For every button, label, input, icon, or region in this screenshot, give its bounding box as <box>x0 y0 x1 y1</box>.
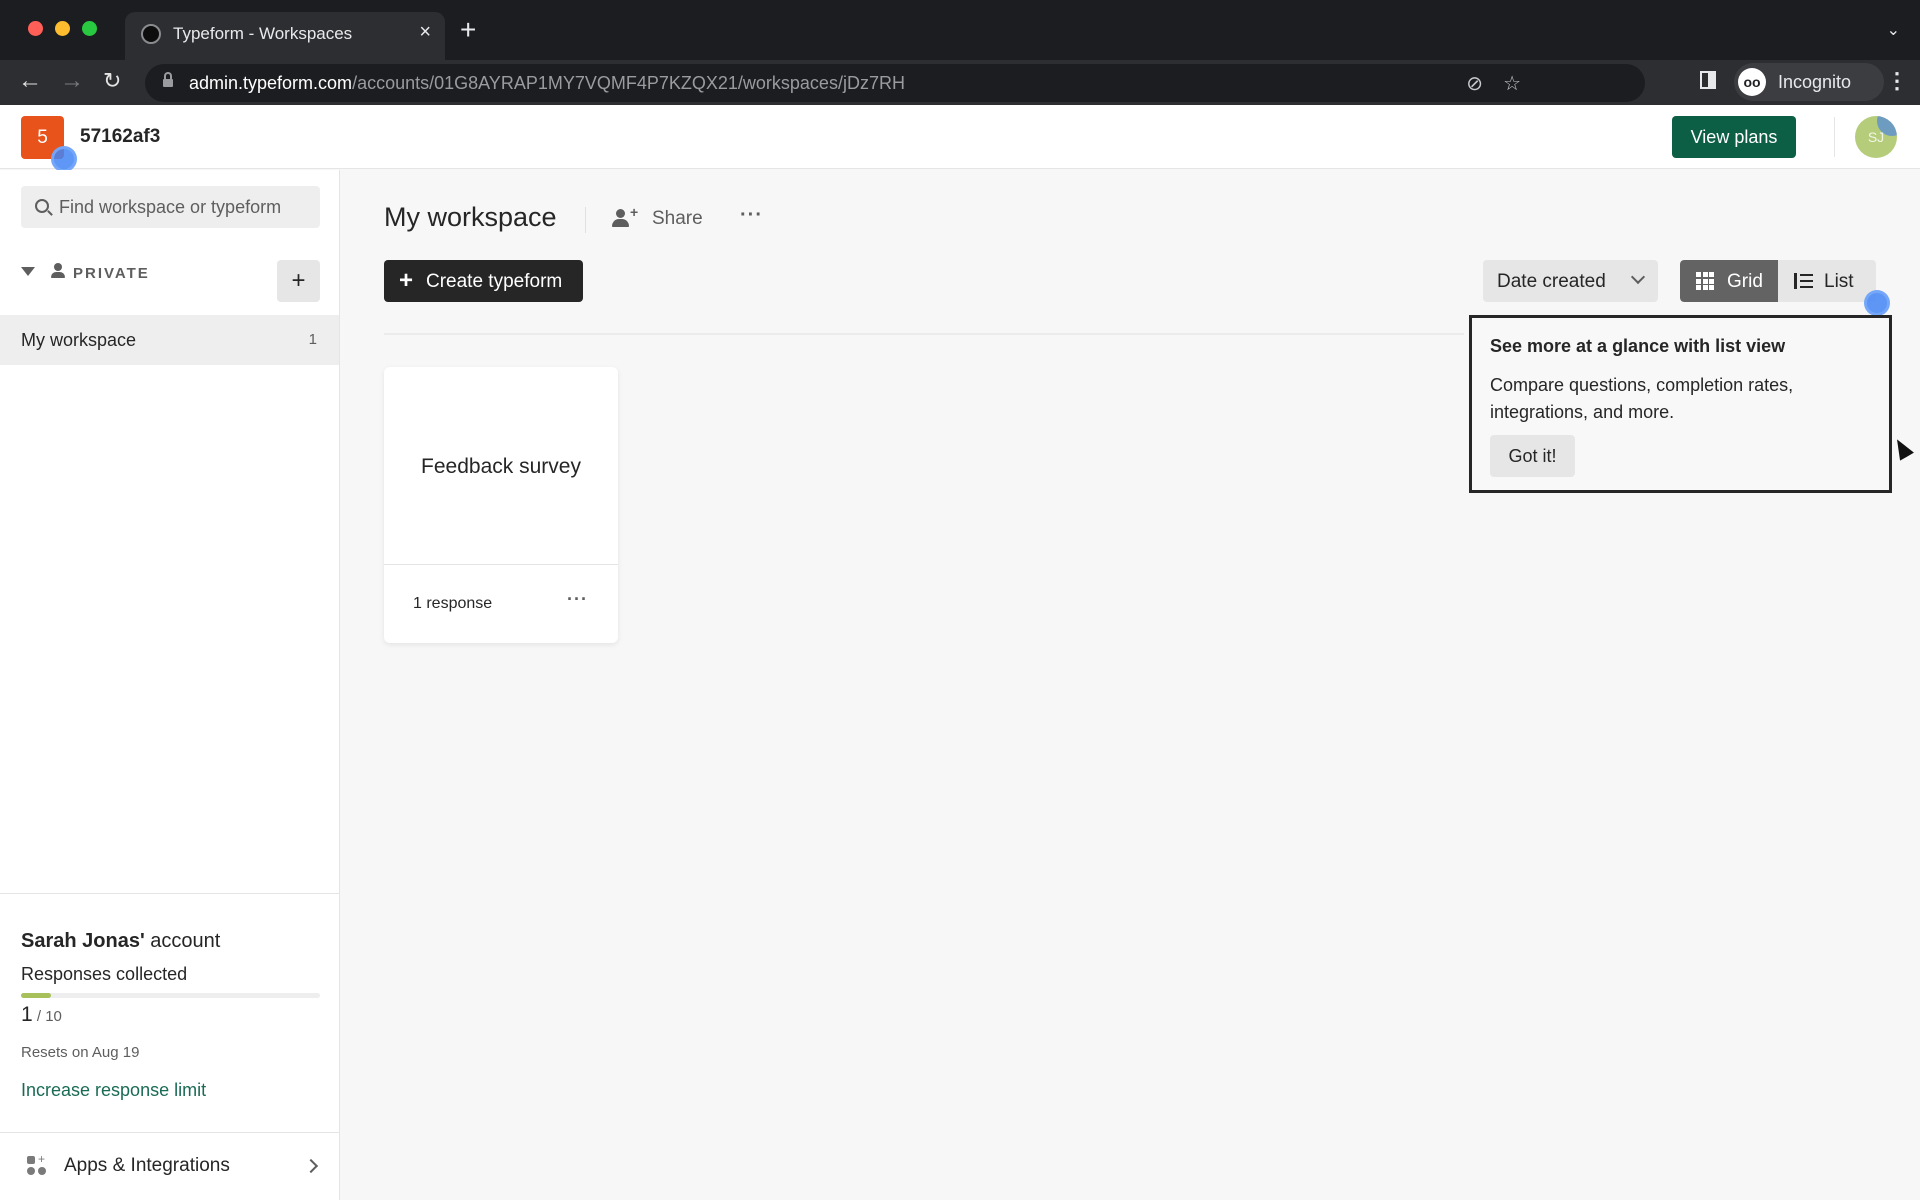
section-label: PRIVATE <box>73 265 150 282</box>
responses-progress-fill <box>21 993 51 998</box>
sidebar: PRIVATE + My workspace 1 Sarah Jonas' ac… <box>0 170 340 1200</box>
incognito-label: Incognito <box>1778 72 1852 92</box>
account-owner-suffix: account <box>144 930 221 952</box>
url-path: /accounts/01G8AYRAP1MY7VQMF4P7KZQX21/wor… <box>352 73 905 93</box>
increase-response-limit-link[interactable]: Increase response limit <box>21 1080 206 1101</box>
lock-icon[interactable] <box>163 72 173 89</box>
responses-used: 1 <box>21 1003 33 1026</box>
close-window-button[interactable] <box>28 21 43 36</box>
side-panel-icon[interactable] <box>1700 71 1716 89</box>
workspace-more-icon[interactable]: ··· <box>740 204 763 227</box>
typeform-card[interactable]: Feedback survey 1 response ··· <box>384 367 618 643</box>
tab-title: Typeform - Workspaces <box>173 24 353 43</box>
list-label: List <box>1824 271 1854 292</box>
got-it-button[interactable]: Got it! <box>1490 435 1575 477</box>
mouse-cursor-icon <box>1890 435 1914 461</box>
list-view-tooltip: See more at a glance with list view Comp… <box>1469 315 1892 493</box>
incognito-badge[interactable]: oo Incognito <box>1734 63 1884 101</box>
address-bar[interactable]: admin.typeform.com/accounts/01G8AYRAP1MY… <box>145 64 1645 102</box>
typeform-responses[interactable]: 1 response <box>413 595 492 613</box>
create-typeform-button[interactable]: + Create typeform <box>384 260 583 302</box>
sort-label: Date created <box>1497 271 1606 292</box>
forward-arrow-icon[interactable]: → <box>60 67 84 95</box>
tab-strip: Typeform - Workspaces × + ⌄ <box>0 0 1920 60</box>
reload-icon[interactable]: ↻ <box>103 68 121 94</box>
tooltip-body: Compare questions, completion rates, int… <box>1490 375 1794 422</box>
user-initials: SJ <box>1867 129 1885 145</box>
search-icon <box>35 199 49 213</box>
share-label: Share <box>652 208 703 229</box>
new-tab-button[interactable]: + <box>460 14 476 46</box>
workspace-label: My workspace <box>21 330 137 350</box>
view-toggle: Grid List <box>1680 260 1876 302</box>
list-icon <box>1794 273 1814 289</box>
grid-label: Grid <box>1727 271 1763 292</box>
plus-icon: + <box>399 267 414 294</box>
toolbar-divider <box>384 333 1464 335</box>
workspace-search[interactable] <box>21 186 320 228</box>
responses-limit: / 10 <box>32 1008 62 1025</box>
typeform-title: Feedback survey <box>421 455 581 478</box>
card-divider <box>384 564 618 565</box>
typeform-favicon-icon <box>141 24 161 44</box>
sidebar-item-my-workspace[interactable]: My workspace 1 <box>0 315 339 365</box>
list-view-button[interactable]: List <box>1778 260 1876 302</box>
title-divider <box>585 207 586 233</box>
url-host: admin.typeform.com <box>189 73 353 93</box>
resets-date: Resets on Aug 19 <box>21 1044 140 1061</box>
responses-label: Responses collected <box>21 964 188 984</box>
incognito-icon: oo <box>1738 68 1766 96</box>
workspace-count: 1 <box>308 331 317 348</box>
create-typeform-label: Create typeform <box>426 271 563 292</box>
page-title[interactable]: My workspace <box>384 202 557 233</box>
chevron-down-icon <box>1630 269 1646 285</box>
header-divider <box>1834 117 1835 157</box>
notification-dot <box>51 146 77 172</box>
url-text[interactable]: admin.typeform.com/accounts/01G8AYRAP1MY… <box>189 73 905 94</box>
user-avatar[interactable]: SJ <box>1855 116 1897 158</box>
responses-progress-bar <box>21 993 320 998</box>
bookmark-star-icon[interactable]: ☆ <box>1503 71 1521 96</box>
tab-close-icon[interactable]: × <box>419 21 431 44</box>
typeform-more-icon[interactable]: ··· <box>567 589 588 610</box>
search-input[interactable] <box>59 186 314 228</box>
account-name[interactable]: 57162af3 <box>80 126 160 148</box>
browser-toolbar: ← → ↻ admin.typeform.com/accounts/01G8AY… <box>0 60 1920 105</box>
apps-integrations-label: Apps & Integrations <box>64 1155 230 1176</box>
maximize-window-button[interactable] <box>82 21 97 36</box>
caret-down-icon[interactable] <box>21 267 35 276</box>
apps-integrations-item[interactable]: + Apps & Integrations <box>0 1132 339 1200</box>
app-header: 5 57162af3 View plans SJ <box>0 105 1920 172</box>
eye-off-icon[interactable]: ⊘ <box>1466 71 1483 96</box>
account-owner-name: Sarah Jonas' <box>21 930 145 952</box>
hotspot-dot <box>1864 290 1890 316</box>
add-workspace-button[interactable]: + <box>277 260 320 302</box>
tab-list-chevron-icon[interactable]: ⌄ <box>1887 20 1900 40</box>
browser-chrome: Typeform - Workspaces × + ⌄ ← → ↻ admin.… <box>0 0 1920 105</box>
add-person-icon: + <box>612 204 638 228</box>
minimize-window-button[interactable] <box>55 21 70 36</box>
grid-view-button[interactable]: Grid <box>1680 260 1778 302</box>
browser-menu-icon[interactable]: ⋮ <box>1886 68 1908 94</box>
account-owner: Sarah Jonas' account <box>21 930 220 953</box>
view-plans-button[interactable]: View plans <box>1672 116 1796 158</box>
account-usage: Sarah Jonas' account Responses collected… <box>0 893 339 1100</box>
private-section-header[interactable]: PRIVATE <box>21 258 321 288</box>
back-arrow-icon[interactable]: ← <box>18 67 42 95</box>
browser-tab[interactable]: Typeform - Workspaces × <box>125 12 445 60</box>
grid-icon <box>1696 272 1714 290</box>
tooltip-title: See more at a glance with list view <box>1490 336 1786 356</box>
sort-dropdown[interactable]: Date created <box>1483 260 1658 302</box>
responses-count: 1 / 10 <box>21 1003 62 1027</box>
chevron-right-icon <box>303 1158 319 1174</box>
person-icon <box>51 263 65 279</box>
apps-grid-icon: + <box>27 1153 47 1176</box>
